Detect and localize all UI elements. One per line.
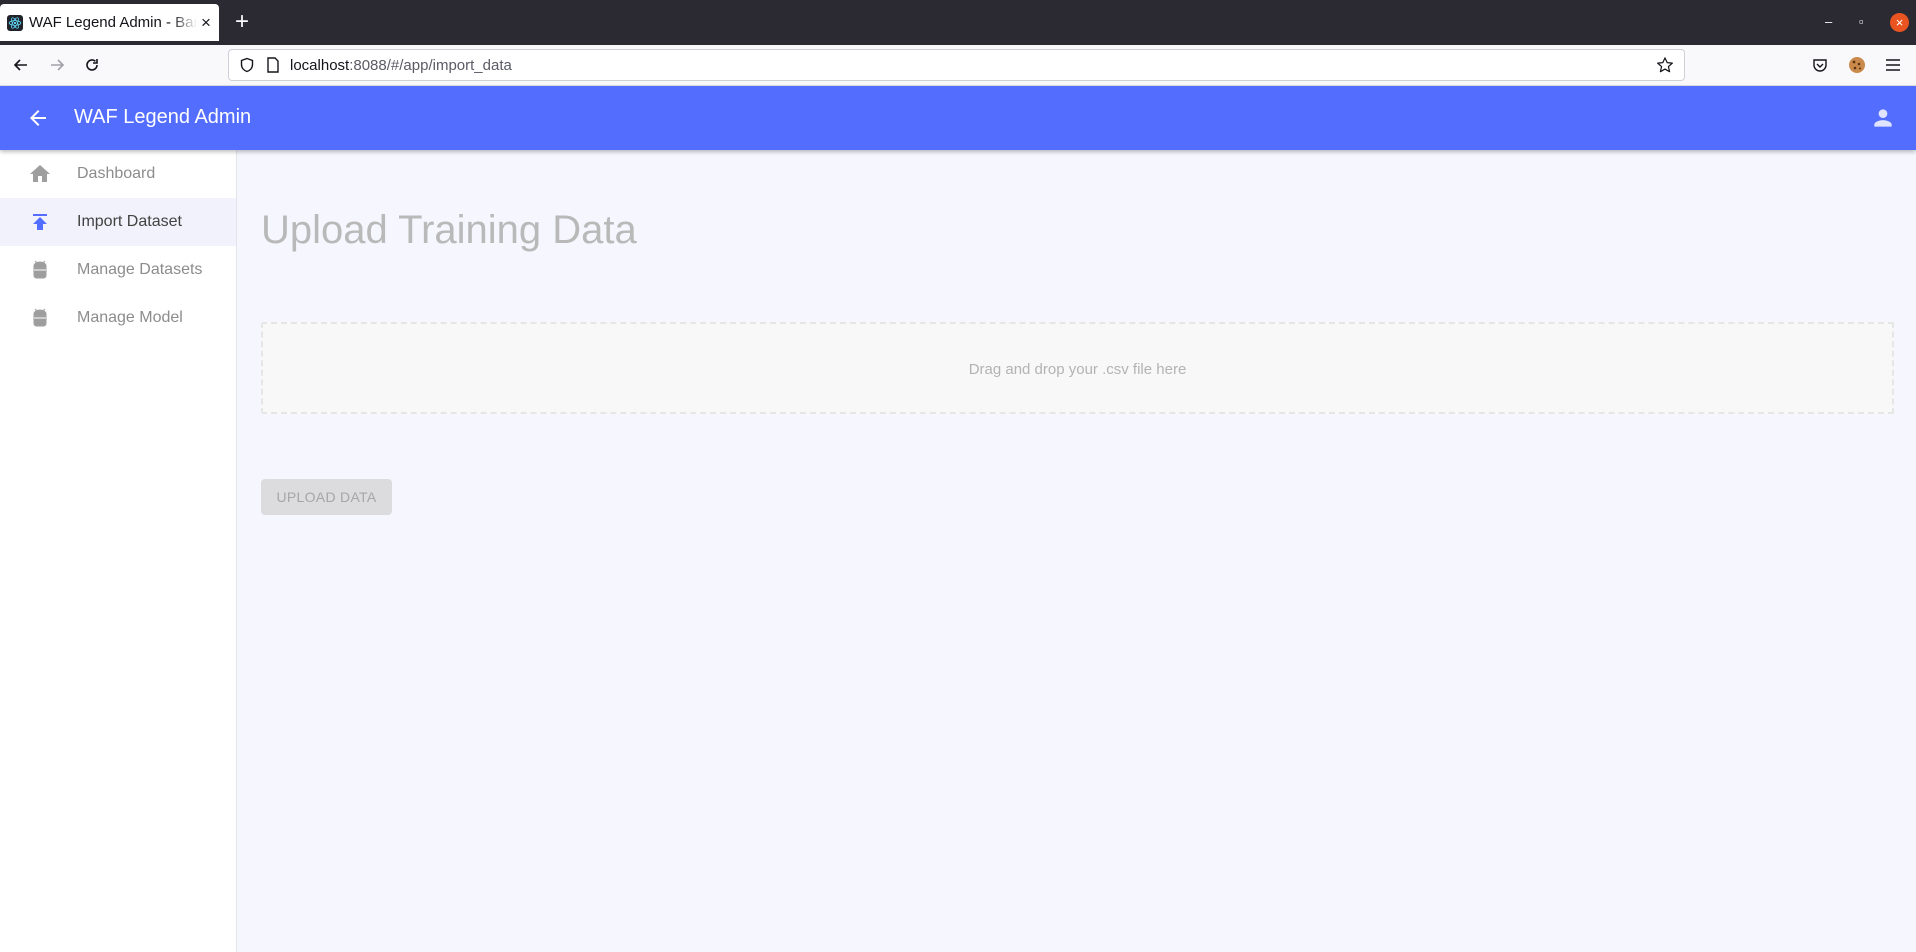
sidebar-item-label: Manage Datasets (77, 261, 203, 278)
home-icon (28, 162, 52, 186)
page-title: Upload Training Data (261, 208, 637, 252)
pocket-icon[interactable] (1808, 53, 1832, 77)
shield-icon[interactable] (235, 53, 259, 77)
android-icon (28, 258, 52, 282)
sidebar-item-label: Dashboard (77, 165, 156, 182)
sidebar-item-label: Manage Model (77, 309, 183, 326)
upload-data-button[interactable]: UPLOAD DATA (261, 479, 392, 515)
sidebar-item-dashboard[interactable]: Dashboard (0, 150, 236, 198)
window-restore-button[interactable]: ▫ (1859, 14, 1864, 30)
csv-dropzone[interactable]: Drag and drop your .csv file here (261, 322, 1894, 414)
upload-icon (28, 210, 52, 234)
tab-close-icon[interactable]: × (201, 14, 211, 31)
new-tab-button[interactable]: + (232, 9, 252, 35)
main-content: Upload Training Data Drag and drop your … (237, 150, 1916, 952)
page-info-icon[interactable] (261, 53, 285, 77)
browser-tab[interactable]: WAF Legend Admin - Ban × (0, 4, 219, 41)
tab-title: WAF Legend Admin - Ban (29, 14, 197, 31)
app-title: WAF Legend Admin (74, 106, 252, 128)
sidebar: Dashboard Import Dataset Manage Datasets… (0, 150, 237, 952)
react-favicon-icon (7, 14, 23, 31)
sidebar-item-label: Import Dataset (77, 213, 182, 230)
window-close-button[interactable]: × (1890, 13, 1909, 32)
bookmark-star-icon[interactable] (1653, 53, 1677, 77)
user-account-icon[interactable] (1870, 105, 1896, 131)
browser-tab-bar: WAF Legend Admin - Ban × + – ▫ × (0, 0, 1916, 45)
sidebar-item-manage-datasets[interactable]: Manage Datasets (0, 246, 236, 294)
sidebar-item-import-dataset[interactable]: Import Dataset (0, 198, 236, 246)
url-bar[interactable]: localhost:8088/#/app/import_data (228, 49, 1685, 81)
browser-navigation-bar: localhost:8088/#/app/import_data (0, 45, 1916, 86)
back-arrow-icon[interactable] (26, 106, 50, 130)
dropzone-hint: Drag and drop your .csv file here (968, 361, 1187, 378)
app-header: WAF Legend Admin (0, 86, 1916, 150)
forward-arrow-icon[interactable] (45, 53, 69, 77)
android-icon (28, 306, 52, 330)
back-arrow-icon[interactable] (9, 53, 33, 77)
hamburger-menu-icon[interactable] (1881, 53, 1905, 77)
window-minimize-button[interactable]: – (1825, 14, 1832, 30)
reload-icon[interactable] (80, 53, 104, 77)
sidebar-item-manage-model[interactable]: Manage Model (0, 294, 236, 342)
cookie-extension-icon[interactable] (1845, 53, 1869, 77)
url-text[interactable]: localhost:8088/#/app/import_data (290, 57, 512, 74)
